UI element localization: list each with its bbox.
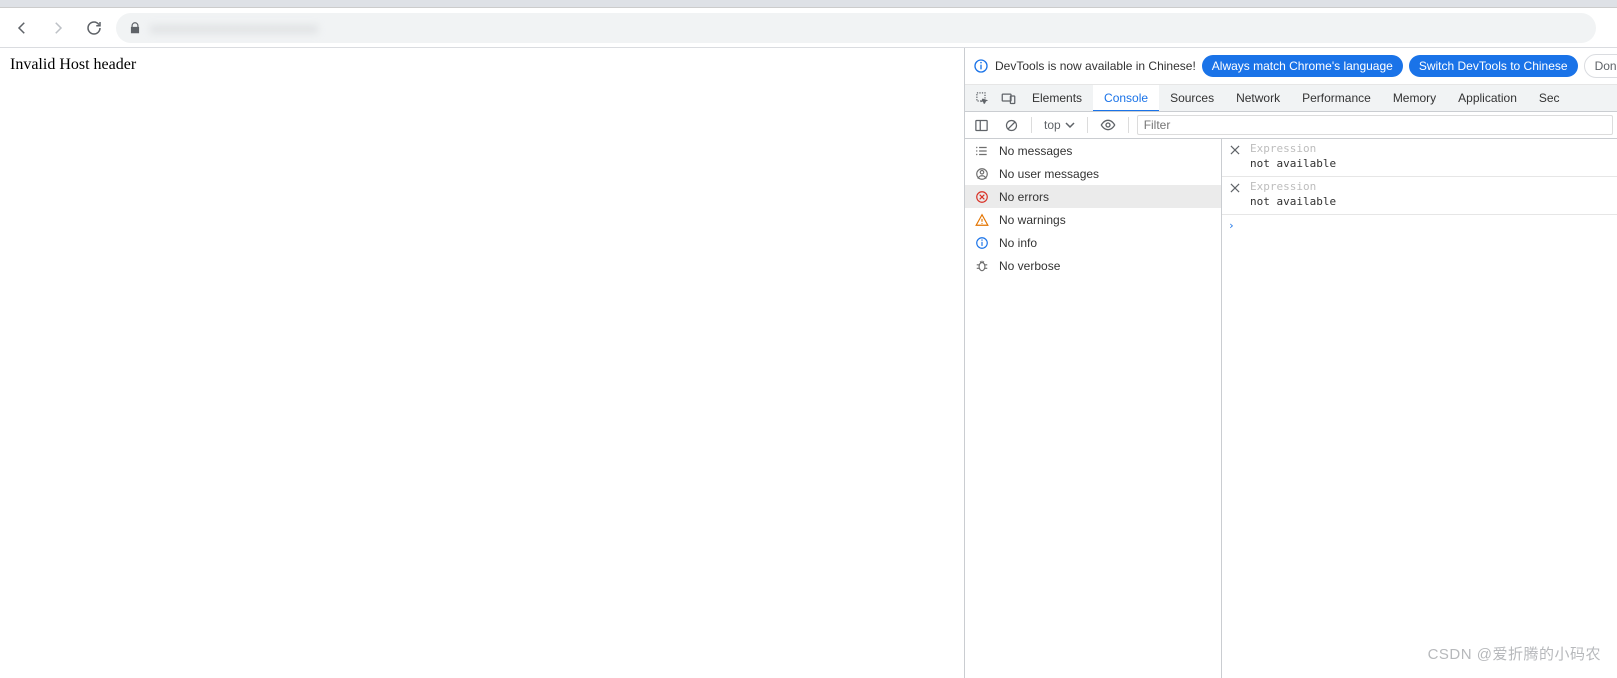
- devtools-tab-bar: Elements Console Sources Network Perform…: [965, 85, 1617, 112]
- warning-icon: [975, 213, 989, 227]
- lock-icon: [128, 21, 142, 35]
- eye-icon: [1100, 117, 1116, 133]
- toggle-sidebar-button[interactable]: [969, 113, 993, 137]
- page-body-text: Invalid Host header: [10, 56, 136, 73]
- context-selector[interactable]: top: [1040, 118, 1079, 132]
- sidebar-item-verbose[interactable]: No verbose: [965, 254, 1221, 277]
- console-main: Expression not available Expression not …: [1222, 139, 1617, 678]
- sidebar-item-label: No errors: [999, 190, 1049, 204]
- sidebar-item-label: No user messages: [999, 167, 1099, 181]
- infobar-message: DevTools is now available in Chinese!: [995, 59, 1196, 73]
- url-text: xxxxxxxxxxxxxxxxxxxxxxxx: [150, 20, 318, 36]
- forward-button[interactable]: [44, 14, 72, 42]
- clear-console-button[interactable]: [999, 113, 1023, 137]
- sidebar-item-user-messages[interactable]: No user messages: [965, 162, 1221, 185]
- separator: [1128, 117, 1129, 133]
- close-icon[interactable]: [1228, 143, 1242, 157]
- inspect-icon: [975, 91, 990, 106]
- console-sidebar: No messages No user messages No errors N…: [965, 139, 1222, 678]
- sidebar-item-label: No verbose: [999, 259, 1060, 273]
- live-expression-row[interactable]: Expression not available: [1222, 139, 1617, 177]
- sidebar-item-label: No info: [999, 236, 1037, 250]
- tab-sources[interactable]: Sources: [1159, 85, 1225, 112]
- tab-memory[interactable]: Memory: [1382, 85, 1447, 112]
- bug-icon: [975, 259, 989, 273]
- browser-toolbar: xxxxxxxxxxxxxxxxxxxxxxxx: [0, 8, 1617, 48]
- sidebar-item-info[interactable]: No info: [965, 231, 1221, 254]
- expression-value: not available: [1250, 155, 1613, 170]
- arrow-right-icon: [49, 19, 67, 37]
- live-expression-button[interactable]: [1096, 113, 1120, 137]
- sidebar-item-errors[interactable]: No errors: [965, 185, 1221, 208]
- sidebar-icon: [974, 118, 989, 133]
- reload-button[interactable]: [80, 14, 108, 42]
- back-button[interactable]: [8, 14, 36, 42]
- live-expression-row[interactable]: Expression not available: [1222, 177, 1617, 215]
- console-body: No messages No user messages No errors N…: [965, 139, 1617, 678]
- separator: [1031, 117, 1032, 133]
- tab-console[interactable]: Console: [1093, 85, 1159, 112]
- reload-icon: [85, 19, 103, 37]
- inspect-element-button[interactable]: [969, 85, 995, 112]
- browser-tab-strip: [0, 0, 1617, 8]
- list-icon: [975, 144, 989, 158]
- device-toolbar-button[interactable]: [995, 85, 1021, 112]
- sidebar-item-label: No warnings: [999, 213, 1066, 227]
- separator: [1087, 117, 1088, 133]
- tab-performance[interactable]: Performance: [1291, 85, 1382, 112]
- content-row: Invalid Host header DevTools is now avai…: [0, 48, 1617, 678]
- chevron-down-icon: [1065, 120, 1075, 130]
- devtools-panel: DevTools is now available in Chinese! Al…: [965, 48, 1617, 678]
- console-toolbar: top: [965, 112, 1617, 139]
- user-icon: [975, 167, 989, 181]
- tab-network[interactable]: Network: [1225, 85, 1291, 112]
- sidebar-item-warnings[interactable]: No warnings: [965, 208, 1221, 231]
- expression-placeholder[interactable]: Expression: [1250, 142, 1613, 155]
- tab-security[interactable]: Sec: [1528, 85, 1571, 112]
- arrow-left-icon: [13, 19, 31, 37]
- clear-icon: [1004, 118, 1019, 133]
- filter-input[interactable]: [1137, 115, 1613, 135]
- infobar-dismiss-button[interactable]: Don't: [1584, 54, 1617, 78]
- info-icon: [975, 236, 989, 250]
- device-icon: [1001, 91, 1016, 106]
- devtools-infobar: DevTools is now available in Chinese! Al…: [965, 48, 1617, 85]
- address-bar[interactable]: xxxxxxxxxxxxxxxxxxxxxxxx: [116, 13, 1596, 43]
- console-prompt[interactable]: ›: [1222, 215, 1617, 236]
- tab-elements[interactable]: Elements: [1021, 85, 1093, 112]
- info-icon: [973, 58, 989, 74]
- context-label: top: [1044, 118, 1061, 132]
- expression-placeholder[interactable]: Expression: [1250, 180, 1613, 193]
- page-viewport: Invalid Host header: [0, 48, 965, 678]
- error-icon: [975, 190, 989, 204]
- expression-value: not available: [1250, 193, 1613, 208]
- close-icon[interactable]: [1228, 181, 1242, 195]
- sidebar-item-messages[interactable]: No messages: [965, 139, 1221, 162]
- sidebar-item-label: No messages: [999, 144, 1072, 158]
- infobar-match-language-button[interactable]: Always match Chrome's language: [1202, 55, 1403, 77]
- infobar-switch-button[interactable]: Switch DevTools to Chinese: [1409, 55, 1578, 77]
- tab-application[interactable]: Application: [1447, 85, 1528, 112]
